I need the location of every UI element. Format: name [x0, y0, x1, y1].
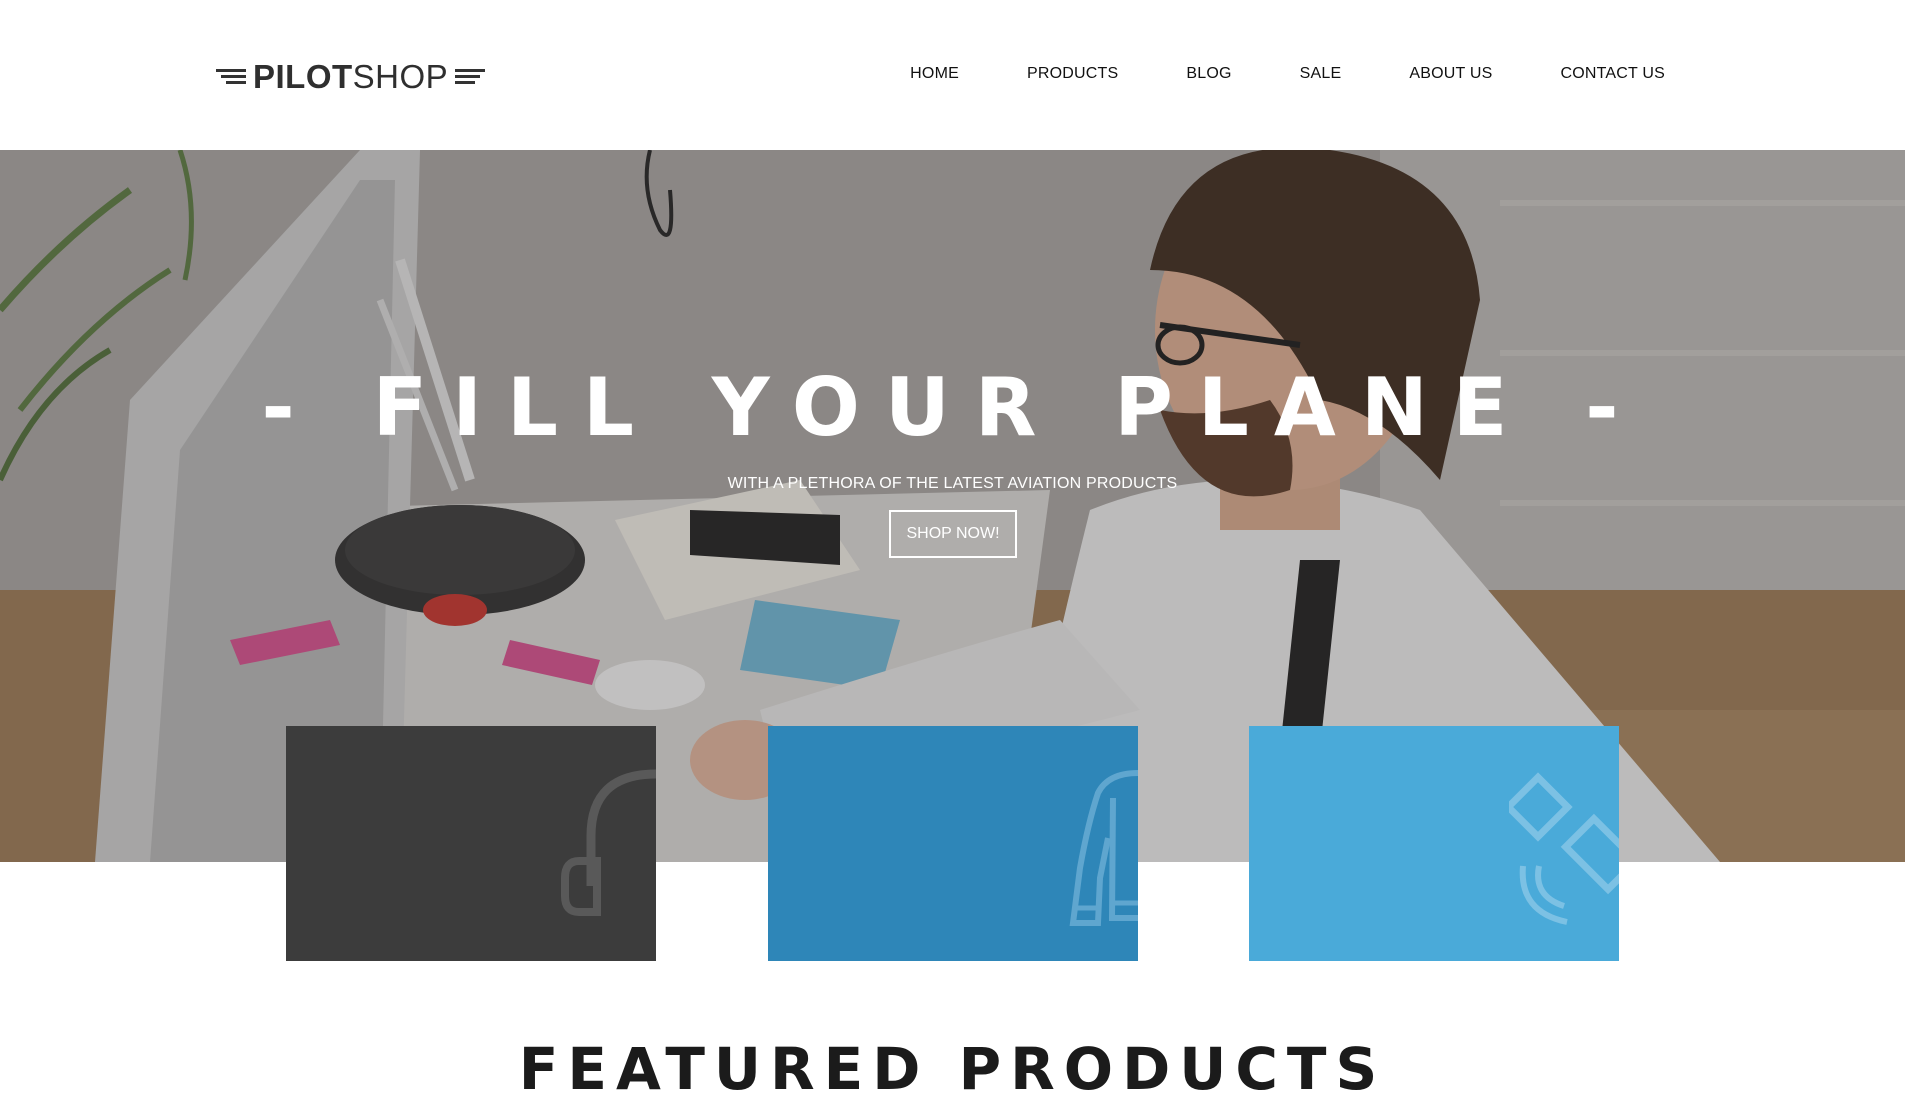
nav-item-sale[interactable]: SALE	[1300, 65, 1342, 83]
wing-icon	[455, 69, 486, 84]
jacket-icon	[1069, 770, 1138, 926]
category-tile-gps[interactable]	[1249, 726, 1619, 961]
category-tile-apparel[interactable]	[768, 726, 1138, 961]
site-header: PILOTSHOP HOME PRODUCTS BLOG SALE ABOUT …	[0, 0, 1905, 150]
nav-item-home[interactable]: HOME	[910, 65, 959, 83]
hero-title: - FILL YOUR PLANE -	[261, 361, 1644, 454]
shop-now-button[interactable]: SHOP NOW!	[889, 510, 1017, 558]
logo-light-text: SHOP	[352, 57, 449, 95]
site-logo[interactable]: PILOTSHOP	[216, 54, 486, 98]
nav-item-blog[interactable]: BLOG	[1186, 65, 1231, 83]
featured-products-heading: FEATURED PRODUCTS	[518, 1035, 1387, 1103]
logo-wordmark: PILOTSHOP	[253, 60, 448, 93]
wing-icon	[216, 69, 246, 84]
main-nav: HOME PRODUCTS BLOG SALE ABOUT US CONTACT…	[910, 60, 1665, 88]
nav-item-products[interactable]: PRODUCTS	[1027, 65, 1118, 83]
category-tile-headsets[interactable]	[286, 726, 656, 961]
nav-item-about-us[interactable]: ABOUT US	[1409, 65, 1492, 83]
nav-item-contact-us[interactable]: CONTACT US	[1560, 65, 1665, 83]
satellite-icon	[1509, 772, 1619, 925]
hero-subtitle: WITH A PLETHORA OF THE LATEST AVIATION P…	[727, 475, 1178, 492]
headset-icon	[561, 769, 656, 916]
logo-bold-text: PILOT	[253, 57, 353, 95]
